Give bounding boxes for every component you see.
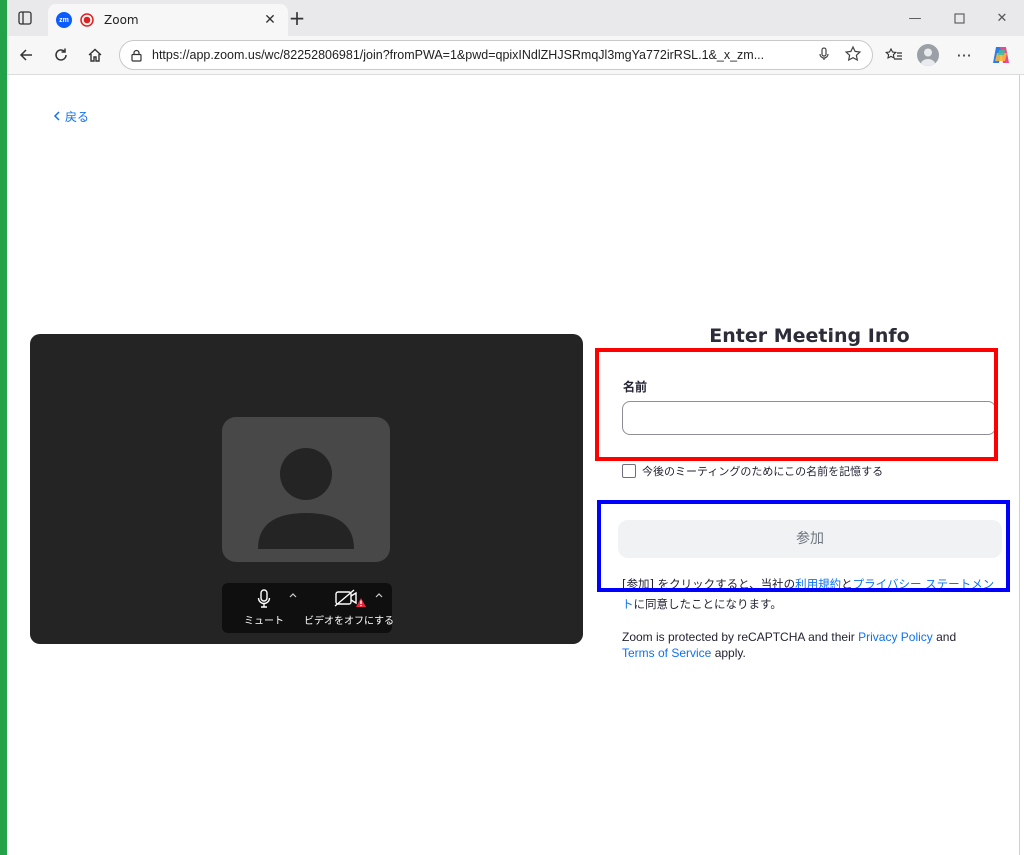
- zoom-join-page: 戻る ミュート ビデオをオフにする Enter Meeting Info 名前 …: [7, 75, 1020, 855]
- copilot-icon[interactable]: [990, 44, 1012, 66]
- microphone-icon: [257, 589, 271, 608]
- url-text[interactable]: https://app.zoom.us/wc/82252806981/join?…: [152, 48, 802, 62]
- annotation-box-blue: [597, 500, 1010, 592]
- annotation-box-red: [595, 348, 998, 461]
- browser-tab-zoom[interactable]: zm Zoom ✕: [48, 4, 288, 36]
- video-options-caret-icon[interactable]: [374, 591, 384, 601]
- mute-label: ミュート: [244, 616, 284, 627]
- audio-options-caret-icon[interactable]: [288, 591, 298, 601]
- maximize-icon[interactable]: [949, 8, 969, 28]
- tab-actions-icon[interactable]: [15, 8, 35, 28]
- reload-icon[interactable]: [50, 44, 72, 66]
- remember-name-label: 今後のミーティングのためにこの名前を記憶する: [642, 465, 884, 478]
- terms-of-service-link[interactable]: Terms of Service: [622, 646, 711, 660]
- voice-search-icon[interactable]: [816, 46, 832, 62]
- user-silhouette-icon: [258, 448, 354, 549]
- desktop-edge: [0, 0, 7, 855]
- site-info-icon[interactable]: [128, 47, 144, 63]
- tab-bar: zm Zoom ✕ + — ✕: [7, 0, 1024, 36]
- terms-suffix: に同意したことになります。: [633, 597, 782, 611]
- remember-name-option[interactable]: 今後のミーティングのためにこの名前を記憶する: [622, 463, 883, 479]
- captcha-mid: and: [932, 630, 957, 644]
- avatar-placeholder: [222, 417, 390, 562]
- more-menu-icon[interactable]: ···: [953, 44, 975, 66]
- favorites-list-icon[interactable]: [883, 44, 905, 66]
- recaptcha-notice: Zoom is protected by reCAPTCHA and their…: [622, 629, 982, 661]
- recording-icon: [80, 13, 94, 27]
- profile-avatar-icon[interactable]: [917, 44, 939, 66]
- back-link-label: 戻る: [65, 110, 90, 124]
- captcha-prefix: Zoom is protected by reCAPTCHA and their: [622, 630, 859, 644]
- mute-button[interactable]: ミュート: [236, 587, 292, 629]
- back-link[interactable]: 戻る: [53, 108, 89, 125]
- form-title: Enter Meeting Info: [709, 325, 910, 347]
- chevron-left-icon: [53, 110, 61, 124]
- favorite-star-icon[interactable]: [844, 45, 862, 63]
- privacy-policy-link[interactable]: Privacy Policy: [858, 630, 933, 644]
- new-tab-icon[interactable]: +: [287, 8, 307, 28]
- home-icon[interactable]: [84, 44, 106, 66]
- video-preview: ミュート ビデオをオフにする: [30, 334, 583, 644]
- tab-title: Zoom: [104, 13, 139, 27]
- back-arrow-icon[interactable]: [15, 44, 37, 66]
- zoom-favicon-icon: zm: [56, 12, 72, 28]
- address-bar[interactable]: https://app.zoom.us/wc/82252806981/join?…: [119, 40, 873, 70]
- captcha-suffix: apply.: [711, 646, 746, 660]
- video-off-icon: [334, 589, 366, 607]
- minimize-icon[interactable]: —: [905, 8, 925, 28]
- preview-controls: ミュート ビデオをオフにする: [222, 583, 395, 633]
- browser-toolbar: https://app.zoom.us/wc/82252806981/join?…: [7, 36, 1024, 75]
- stop-video-label: ビデオをオフにする: [303, 616, 395, 627]
- tab-close-icon[interactable]: ✕: [260, 10, 280, 30]
- window-close-icon[interactable]: ✕: [992, 8, 1012, 28]
- remember-name-checkbox[interactable]: [622, 464, 636, 478]
